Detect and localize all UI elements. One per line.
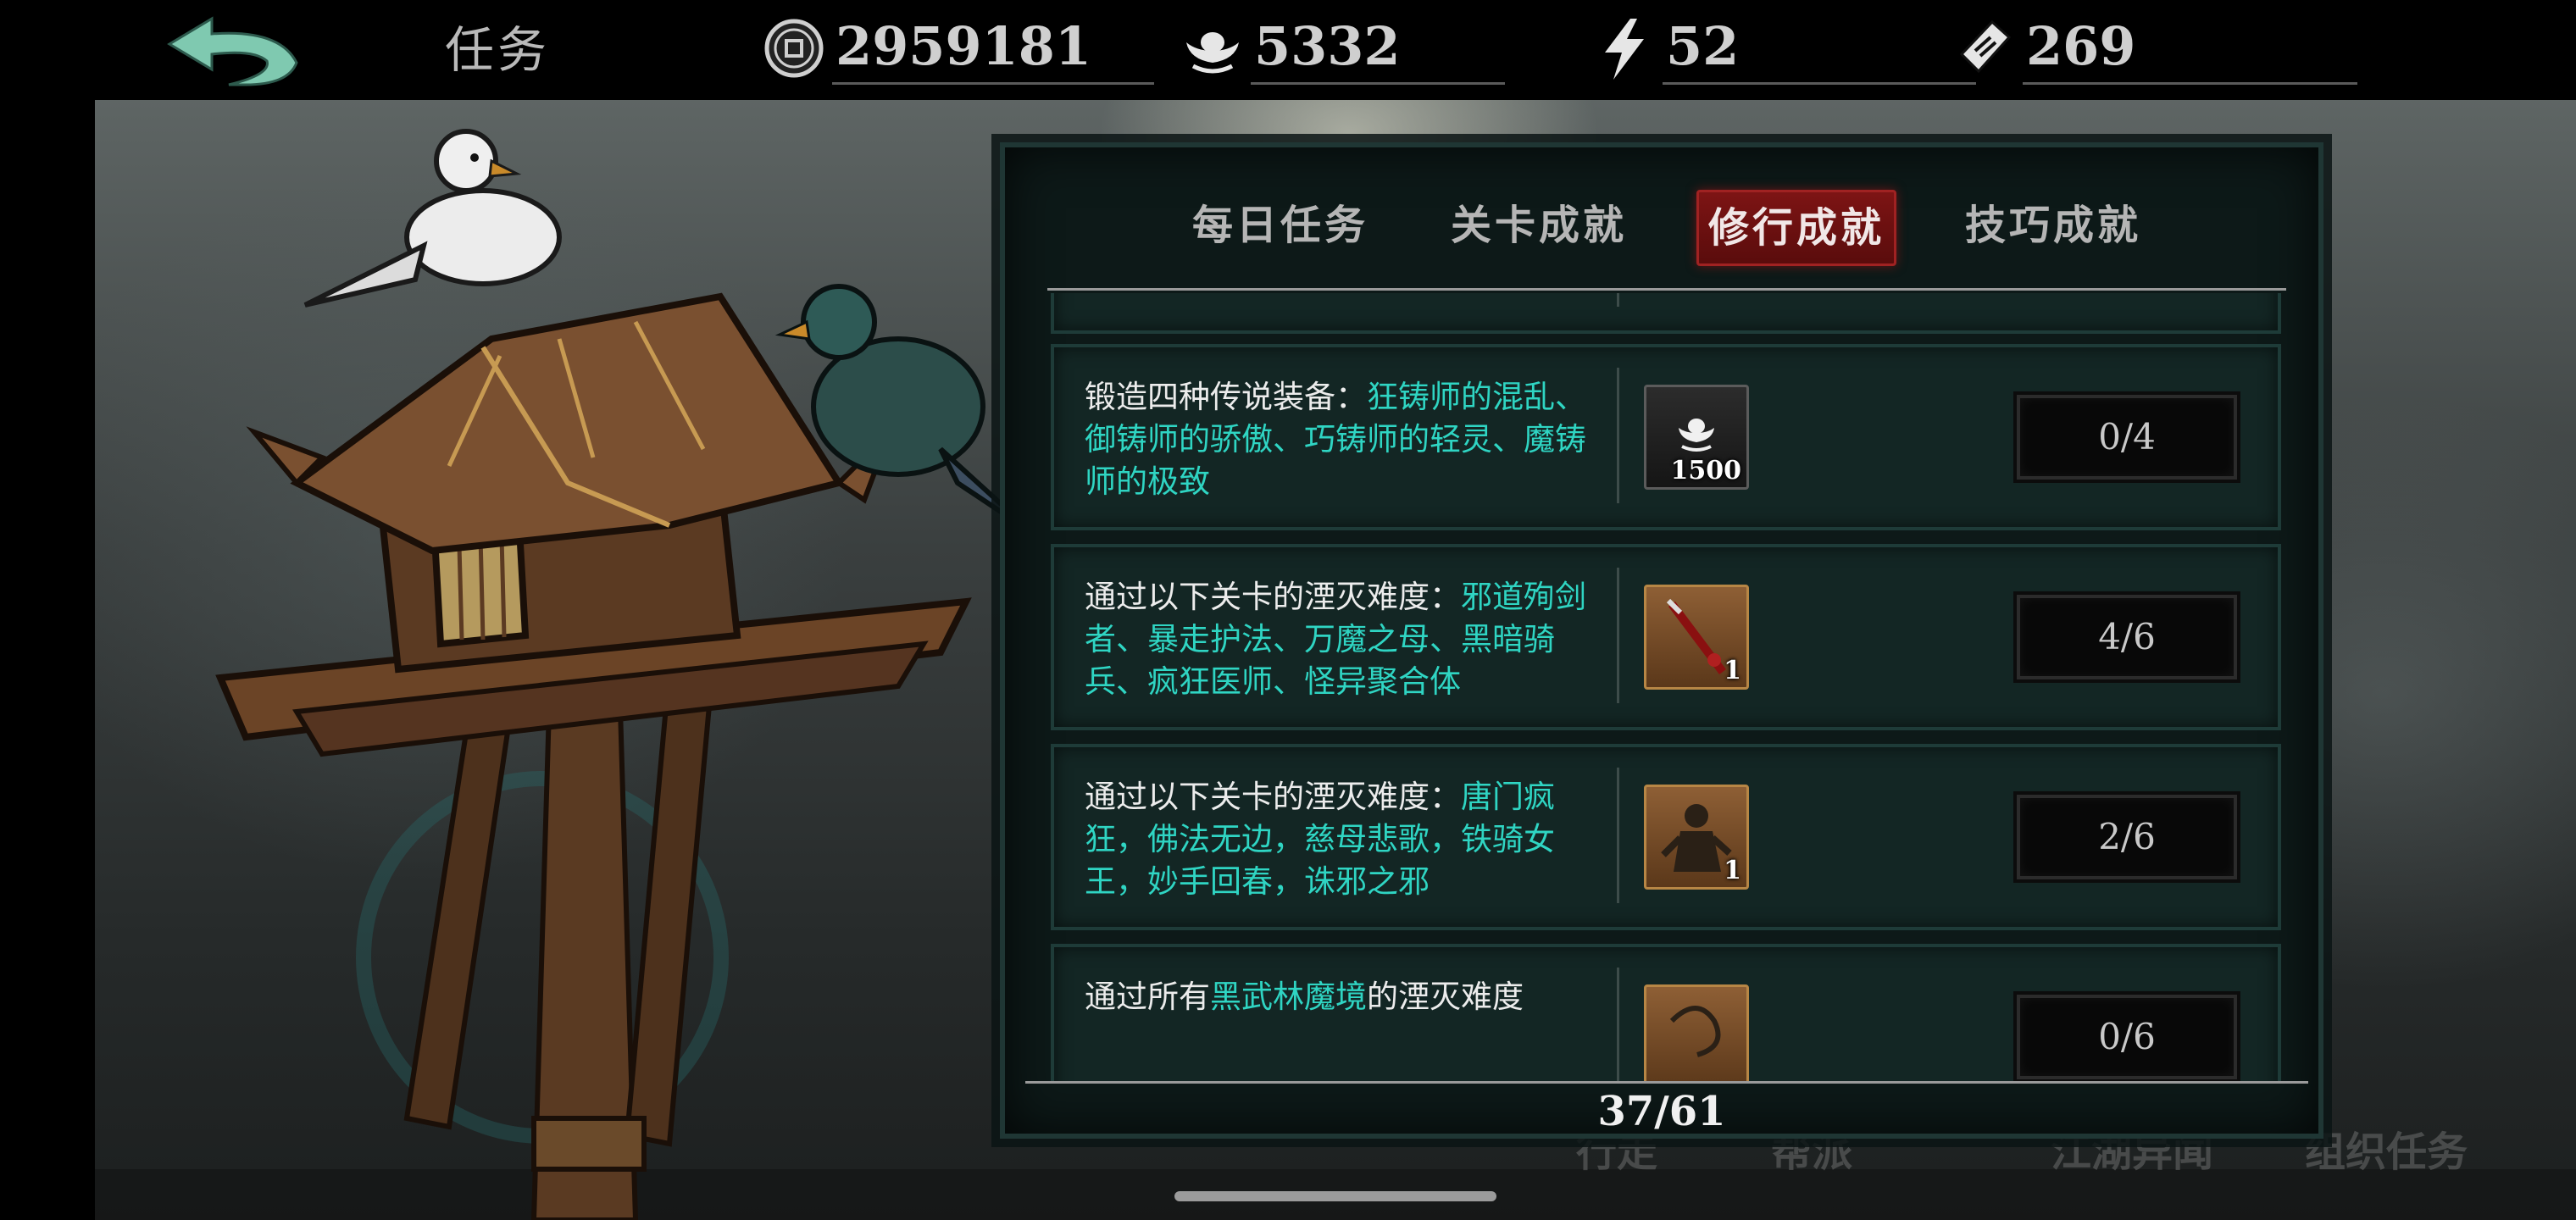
silver-ingot-icon — [1679, 419, 1714, 452]
home-indicator[interactable] — [1174, 1191, 1496, 1201]
task-panel: 每日任务 关卡成就 修行成就 技巧成就 5 20 锻造四种传说装备：狂铸师的混乱… — [1000, 142, 2323, 1139]
tab-skill-achievements[interactable]: 技巧成就 — [1956, 190, 2151, 261]
reward-silver-ingot[interactable]: 1500 — [1644, 385, 1749, 490]
tab-bar: 每日任务 关卡成就 修行成就 技巧成就 — [1005, 173, 2318, 266]
top-bar: 任务 2959181 5332 52 269 — [0, 0, 2576, 100]
task-list[interactable]: 5 20 锻造四种传说装备：狂铸师的混乱、御铸师的骄傲、巧铸师的轻灵、魔铸师的极… — [1051, 293, 2281, 1081]
reward-count: 1 — [1724, 656, 1741, 685]
ingot-value: 5332 — [1254, 15, 1401, 77]
task-description: 锻造四种传说装备：狂铸师的混乱、御铸师的骄傲、巧铸师的轻灵、魔铸师的极致 — [1085, 376, 1593, 503]
task-progress: 2/6 — [2017, 795, 2237, 879]
task-row: 锻造四种传说装备：狂铸师的混乱、御铸师的骄傲、巧铸师的轻灵、魔铸师的极致 150… — [1051, 344, 2281, 530]
task-description-prefix: 通过以下关卡的湮灭难度： — [1085, 779, 1461, 815]
task-row: 5 20 — [1051, 293, 2281, 334]
task-row: 通过所有黑武林魔境的湮灭难度 0/6 — [1051, 944, 2281, 1081]
task-divider — [1617, 368, 1619, 503]
reward-weapon-scroll[interactable]: 1 — [1644, 585, 1749, 690]
background-tab-label: 组织任务 — [2305, 1128, 2468, 1176]
task-row: 通过以下关卡的湮灭难度：邪道殉剑者、暴走护法、万魔之母、黑暗骑兵、疯狂医师、怪异… — [1051, 544, 2281, 730]
task-divider — [1617, 968, 1619, 1081]
achievement-count: 37/61 — [1597, 1088, 1726, 1135]
lightning-icon — [1605, 19, 1644, 80]
ticket-underline — [2023, 82, 2357, 85]
copper-coin-icon — [764, 19, 824, 78]
task-description-highlight: 黑武林魔境 — [1210, 979, 1367, 1015]
whip-scroll-icon — [1669, 1006, 1721, 1057]
task-progress: 0/4 — [2017, 395, 2237, 480]
task-description-prefix: 通过以下关卡的湮灭难度： — [1085, 579, 1461, 615]
task-progress: 0/6 — [2017, 995, 2237, 1079]
task-description: 通过所有黑武林魔境的湮灭难度 — [1085, 976, 1593, 1018]
tab-daily-tasks[interactable]: 每日任务 — [1183, 190, 1378, 261]
task-description-prefix: 通过所有 — [1085, 979, 1210, 1015]
task-divider — [1617, 768, 1619, 903]
list-bottom-divider — [1025, 1081, 2308, 1084]
reward-count: 1500 — [1670, 456, 1742, 485]
task-divider — [1617, 293, 1619, 307]
coin-underline — [832, 82, 1154, 85]
energy-underline — [1663, 82, 1976, 85]
energy-value: 52 — [1666, 15, 1740, 77]
tab-stage-achievements[interactable]: 关卡成就 — [1441, 190, 1636, 261]
pigeon-house-illustration — [215, 129, 1036, 1220]
coin-value: 2959181 — [836, 15, 1091, 77]
reward-count: 1 — [1724, 856, 1741, 885]
task-row: 通过以下关卡的湮灭难度：唐门疯狂，佛法无边，慈母悲歌，铁骑女王，妙手回春，诛邪之… — [1051, 744, 2281, 930]
reward-character-scroll[interactable]: 1 — [1644, 785, 1749, 890]
task-description-suffix: 的湮灭难度 — [1367, 979, 1524, 1015]
task-progress: 4/6 — [2017, 595, 2237, 679]
task-description: 通过以下关卡的湮灭难度：邪道殉剑者、暴走护法、万魔之母、黑暗骑兵、疯狂医师、怪异… — [1085, 576, 1593, 703]
task-description-prefix: 锻造四种传说装备： — [1085, 379, 1367, 415]
back-button[interactable] — [161, 12, 305, 93]
reward-whip-scroll[interactable] — [1644, 984, 1749, 1081]
task-description: 通过以下关卡的湮灭难度：唐门疯狂，佛法无边，慈母悲歌，铁骑女王，妙手回春，诛邪之… — [1085, 776, 1593, 903]
ticket-value: 269 — [2026, 15, 2136, 77]
ticket-icon — [1959, 19, 2012, 74]
silver-ingot-icon — [1186, 32, 1239, 74]
back-arrow-icon — [167, 16, 298, 86]
ingot-underline — [1251, 82, 1505, 85]
task-divider — [1617, 568, 1619, 703]
tab-cultivation-achievements[interactable]: 修行成就 — [1696, 190, 1896, 266]
tabs-divider — [1047, 288, 2286, 291]
page-title: 任务 — [445, 21, 551, 79]
